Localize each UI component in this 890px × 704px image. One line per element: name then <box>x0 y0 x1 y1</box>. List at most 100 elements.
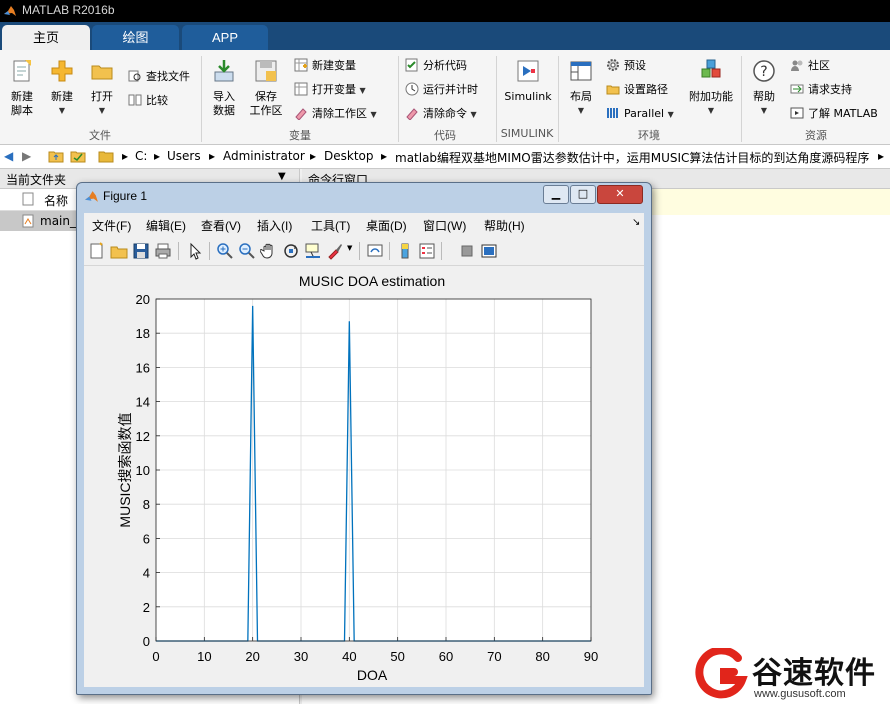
hide-plot-tools-icon[interactable] <box>458 242 476 260</box>
open-file-icon[interactable] <box>110 242 128 260</box>
ribbon-tab-strip: 主页 绘图 APP <box>0 22 890 50</box>
breadcrumb-desktop[interactable]: Desktop <box>324 149 374 163</box>
breadcrumb-project-folder[interactable]: matlab编程双基地MIMO雷达参数估计中，运用MUSIC算法估计目标的到达角… <box>395 149 875 166</box>
help-button[interactable]: ? 帮助 ▼ <box>748 58 780 118</box>
x-tick-label: 20 <box>245 649 259 664</box>
new-plus-icon <box>51 60 73 82</box>
environment-group-label: 环境 <box>638 129 660 142</box>
breadcrumb-drive[interactable]: C: <box>135 149 147 163</box>
clear-commands-label: 清除命令 <box>423 107 467 120</box>
variable-group-label: 变量 <box>289 129 311 142</box>
run-and-time-button[interactable]: 运行并计时 <box>405 80 478 100</box>
breadcrumb-administrator[interactable]: Administrator <box>223 149 305 163</box>
forward-arrow-icon[interactable]: ▶ <box>22 149 31 163</box>
open-button[interactable]: 打开 ▼ <box>84 58 120 118</box>
link-plot-icon[interactable] <box>366 242 384 260</box>
colorbar-icon[interactable] <box>396 242 414 260</box>
matlab-logo-icon <box>85 191 98 202</box>
figure-window[interactable]: Figure 1 ▁ □ ✕ 文件(F) 编辑(E) 查看(V) 插入(I) 工… <box>76 182 652 695</box>
request-support-icon <box>790 84 804 94</box>
clear-workspace-button[interactable]: 清除工作区 ▼ <box>294 104 377 124</box>
x-tick-labels: 0 10 20 30 40 50 60 70 80 90 <box>152 649 598 664</box>
minimize-icon[interactable]: ▁ <box>543 185 569 204</box>
import-data-button[interactable]: 导入 数据 <box>206 58 242 118</box>
new-dropdown-arrow-icon: ▼ <box>58 106 66 115</box>
simulink-group-label: SIMULINK <box>500 127 554 140</box>
maximize-icon[interactable]: □ <box>570 185 596 204</box>
figure-title-bar[interactable]: Figure 1 ▁ □ ✕ <box>77 183 651 211</box>
request-support-button[interactable]: 请求支持 <box>790 80 852 100</box>
data-cursor-icon[interactable] <box>304 242 322 260</box>
simulink-button[interactable]: Simulink <box>502 58 554 104</box>
close-icon[interactable]: ✕ <box>597 185 643 204</box>
watermark-url: www.gususoft.com <box>754 688 846 700</box>
learn-matlab-button[interactable]: 了解 MATLAB <box>790 104 878 124</box>
parallel-button[interactable]: Parallel ▼ <box>606 104 674 124</box>
new-button[interactable]: 新建 ▼ <box>44 58 80 118</box>
save-workspace-button[interactable]: 保存 工作区 <box>246 58 286 118</box>
simulink-label: Simulink <box>504 90 552 103</box>
menu-help[interactable]: 帮助(H) <box>484 217 525 234</box>
file-group-label: 文件 <box>89 129 111 142</box>
menu-view[interactable]: 查看(V) <box>201 217 241 234</box>
find-files-button[interactable]: 查找文件 <box>128 67 190 87</box>
zoom-out-icon[interactable] <box>238 242 256 260</box>
menu-file[interactable]: 文件(F) <box>92 217 131 234</box>
addons-button[interactable]: 附加功能 ▼ <box>688 58 734 118</box>
y-tick-label: 6 <box>143 531 150 546</box>
analyze-code-label: 分析代码 <box>423 59 467 72</box>
zoom-in-icon[interactable] <box>216 242 234 260</box>
x-tick-label: 50 <box>390 649 404 664</box>
compare-button[interactable]: 比较 <box>128 91 168 111</box>
rotate-3d-icon[interactable] <box>282 242 300 260</box>
x-tick-label: 90 <box>584 649 598 664</box>
new-variable-icon <box>294 58 308 72</box>
set-path-button[interactable]: 设置路径 <box>606 80 668 100</box>
path-more-icon[interactable]: ▸ <box>878 149 884 163</box>
figure-title: Figure 1 <box>103 189 148 203</box>
preferences-button[interactable]: 预设 <box>606 56 646 76</box>
brush-dropdown-icon[interactable]: ▼ <box>347 244 352 252</box>
community-button[interactable]: 社区 <box>790 56 830 76</box>
dock-arrow-icon[interactable]: ↘ <box>632 217 640 228</box>
new-variable-button[interactable]: 新建变量 <box>294 56 356 76</box>
open-variable-button[interactable]: 打开变量 ▼ <box>294 80 366 100</box>
back-arrow-icon[interactable]: ◀ <box>4 149 13 163</box>
print-icon[interactable] <box>154 242 172 260</box>
new-figure-icon[interactable] <box>88 242 106 260</box>
breadcrumb-users[interactable]: Users <box>167 149 201 163</box>
parallel-bars-icon <box>607 108 618 118</box>
menu-desktop[interactable]: 桌面(D) <box>366 217 407 234</box>
path-separator-icon: ▸ <box>310 149 317 163</box>
menu-window[interactable]: 窗口(W) <box>423 217 466 234</box>
brush-icon[interactable] <box>326 242 344 260</box>
save-workspace-icon <box>255 60 277 82</box>
layout-button[interactable]: 布局 ▼ <box>564 58 598 118</box>
tab-home[interactable]: 主页 <box>2 25 90 50</box>
menu-tools[interactable]: 工具(T) <box>311 217 350 234</box>
menu-edit[interactable]: 编辑(E) <box>146 217 186 234</box>
menu-insert[interactable]: 插入(I) <box>257 217 292 234</box>
tab-apps[interactable]: APP <box>182 25 268 50</box>
legend-icon[interactable] <box>418 242 436 260</box>
learn-matlab-icon <box>790 107 804 119</box>
analyze-code-button[interactable]: 分析代码 <box>405 56 467 76</box>
save-icon[interactable] <box>132 242 150 260</box>
pan-hand-icon[interactable] <box>260 242 278 260</box>
figure-canvas[interactable]: MUSIC DOA estimation 0 10 20 30 40 50 60 70 80 90… <box>84 266 644 687</box>
file-icon <box>22 192 34 206</box>
path-separator-icon: ▸ <box>122 149 129 163</box>
music-doa-chart[interactable]: MUSIC DOA estimation 0 10 20 30 40 50 60 70 80 90… <box>84 266 644 687</box>
pointer-icon[interactable] <box>186 242 204 260</box>
panel-menu-icon[interactable]: ▼ <box>278 171 286 182</box>
tab-plots[interactable]: 绘图 <box>92 25 179 50</box>
y-tick-label: 10 <box>136 463 150 478</box>
set-path-folder-icon <box>606 85 620 95</box>
clear-commands-button[interactable]: 清除命令 ▼ <box>405 104 477 124</box>
browse-folder-icon[interactable] <box>70 149 86 163</box>
name-column-label[interactable]: 名称 <box>44 192 68 209</box>
show-plot-tools-icon[interactable] <box>480 242 498 260</box>
new-script-button[interactable]: 新建 脚本 <box>4 58 40 118</box>
up-folder-icon[interactable] <box>48 149 64 163</box>
compare-icon <box>128 94 142 106</box>
